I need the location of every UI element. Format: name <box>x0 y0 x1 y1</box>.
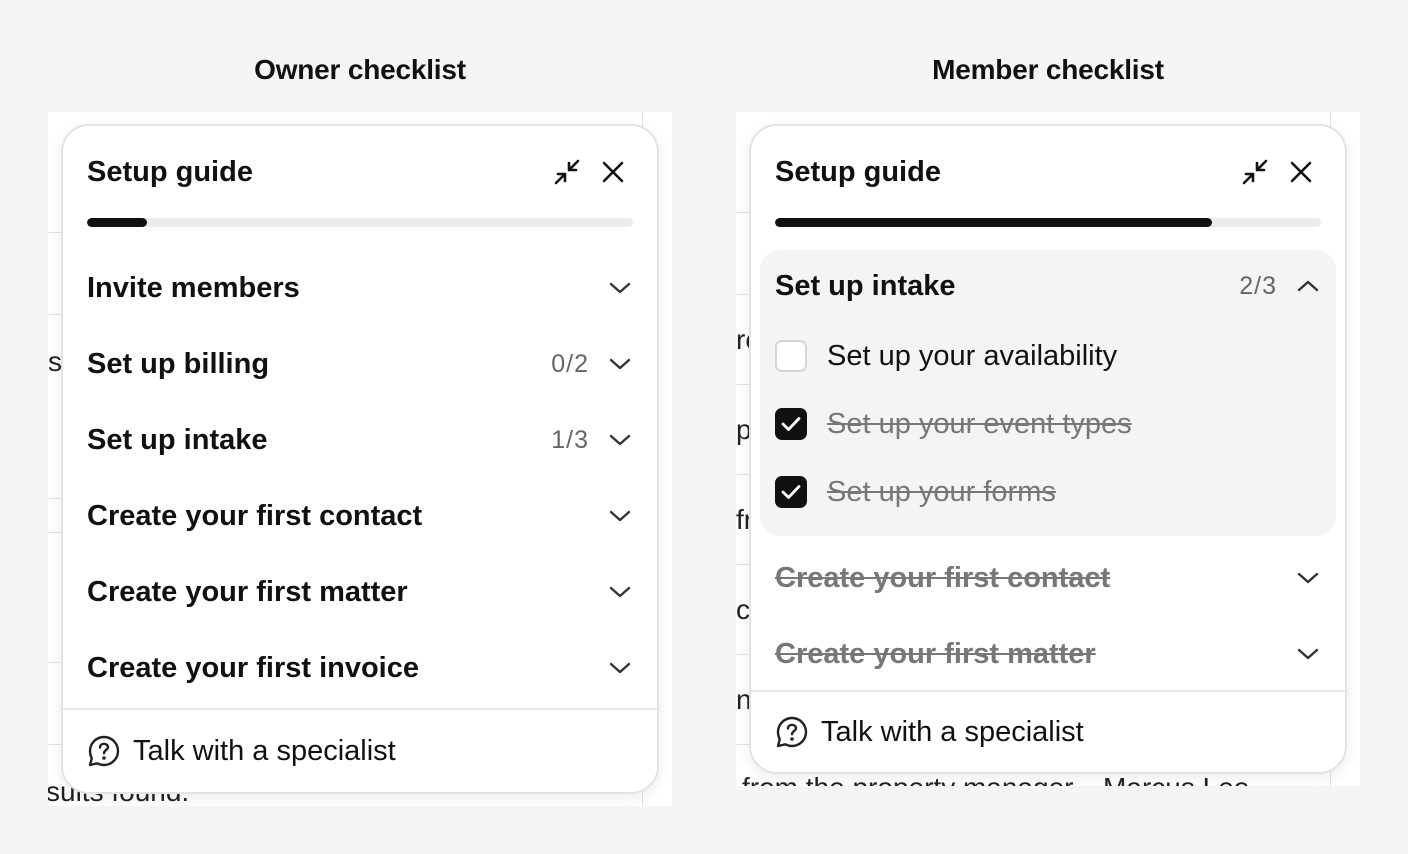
close-button[interactable] <box>1281 152 1321 192</box>
progress-bar <box>775 218 1321 227</box>
chevron-down-icon <box>607 275 633 301</box>
panel-title: Setup guide <box>775 156 941 188</box>
progress-fill <box>87 218 148 227</box>
subtask-item[interactable]: Set up your availability <box>760 322 1336 390</box>
progress-fill <box>775 218 1212 227</box>
panel-header: Setup guide <box>775 152 1321 192</box>
collapse-arrows-icon <box>1242 159 1268 185</box>
checklist-item[interactable]: Set up billing 0/2 <box>63 326 657 402</box>
checklist-item-label: Invite members <box>87 271 300 304</box>
checklist-item[interactable]: Set up intake 1/3 <box>63 402 657 478</box>
checklist-item[interactable]: Invite members <box>63 250 657 326</box>
checkbox[interactable] <box>775 476 807 508</box>
panel-title: Setup guide <box>87 156 253 188</box>
progress-bar <box>87 218 633 227</box>
talk-with-specialist-label: Talk with a specialist <box>821 715 1084 748</box>
chevron-down-icon <box>1295 641 1321 667</box>
question-bubble-icon <box>776 716 808 748</box>
background-text-fragment: s <box>48 346 62 377</box>
close-icon <box>1290 161 1312 183</box>
progress-count: 2/3 <box>1239 271 1277 300</box>
check-icon <box>781 485 801 499</box>
checklist-item[interactable]: Create your first contact <box>63 478 657 554</box>
checklist-item-label: Create your first contact <box>87 499 423 532</box>
expanded-checklist-group: Set up intake 2/3 Set up your availabili… <box>760 250 1336 536</box>
checklist-item-label: Set up intake <box>87 423 268 456</box>
collapse-button[interactable] <box>547 152 587 192</box>
checklist-item-label: Create your first contact <box>775 561 1111 594</box>
checkbox[interactable] <box>775 408 807 440</box>
checklist-item[interactable]: Create your first invoice <box>63 630 657 706</box>
chevron-down-icon <box>607 579 633 605</box>
subtask-label: Set up your availability <box>827 339 1118 372</box>
talk-with-specialist-button[interactable]: Talk with a specialist <box>63 708 657 792</box>
background-text-fragment: from the property manager... Marcus Lee <box>742 772 1249 786</box>
checklist-item-label: Create your first matter <box>87 575 408 608</box>
member-column-title: Member checklist <box>932 54 1164 85</box>
panel-header: Setup guide <box>87 152 633 192</box>
checklist-item-label: Set up billing <box>87 347 270 380</box>
chevron-down-icon <box>607 351 633 377</box>
talk-with-specialist-label: Talk with a specialist <box>133 734 396 767</box>
checklist-item-label: Create your first invoice <box>87 651 419 684</box>
checklist-item-label: Set up intake <box>775 269 956 302</box>
checklist-item-label: Create your first matter <box>775 637 1096 670</box>
checklist-group-header[interactable]: Set up intake 2/3 <box>760 250 1336 322</box>
chevron-up-icon <box>1295 273 1321 299</box>
progress-count: 0/2 <box>551 349 589 378</box>
close-button[interactable] <box>593 152 633 192</box>
collapse-button[interactable] <box>1235 152 1275 192</box>
checklist: Invite members Set up billing 0/2 Set up… <box>63 250 657 706</box>
owner-column-title: Owner checklist <box>254 54 466 85</box>
chevron-down-icon <box>607 503 633 529</box>
subtask-label: Set up your forms <box>827 475 1056 508</box>
close-icon <box>602 161 624 183</box>
checkbox[interactable] <box>775 340 807 372</box>
checklist-item[interactable]: Create your first contact <box>751 540 1345 616</box>
member-setup-guide-panel: Setup guide Set up intake 2/3 Set up you <box>749 124 1347 774</box>
checklist: Set up intake 2/3 Set up your availabili… <box>751 250 1345 692</box>
chevron-down-icon <box>1295 565 1321 591</box>
chevron-down-icon <box>607 655 633 681</box>
subtask-label: Set up your event types <box>827 407 1132 440</box>
chevron-down-icon <box>607 427 633 453</box>
checklist-item[interactable]: Create your first matter <box>751 616 1345 692</box>
subtask-item[interactable]: Set up your forms <box>760 458 1336 526</box>
subtask-item[interactable]: Set up your event types <box>760 390 1336 458</box>
owner-setup-guide-panel: Setup guide Invite members Set up billin… <box>61 124 659 794</box>
question-bubble-icon <box>88 735 120 767</box>
progress-count: 1/3 <box>551 425 589 454</box>
checklist-item[interactable]: Create your first matter <box>63 554 657 630</box>
check-icon <box>781 417 801 431</box>
talk-with-specialist-button[interactable]: Talk with a specialist <box>751 690 1345 772</box>
collapse-arrows-icon <box>554 159 580 185</box>
